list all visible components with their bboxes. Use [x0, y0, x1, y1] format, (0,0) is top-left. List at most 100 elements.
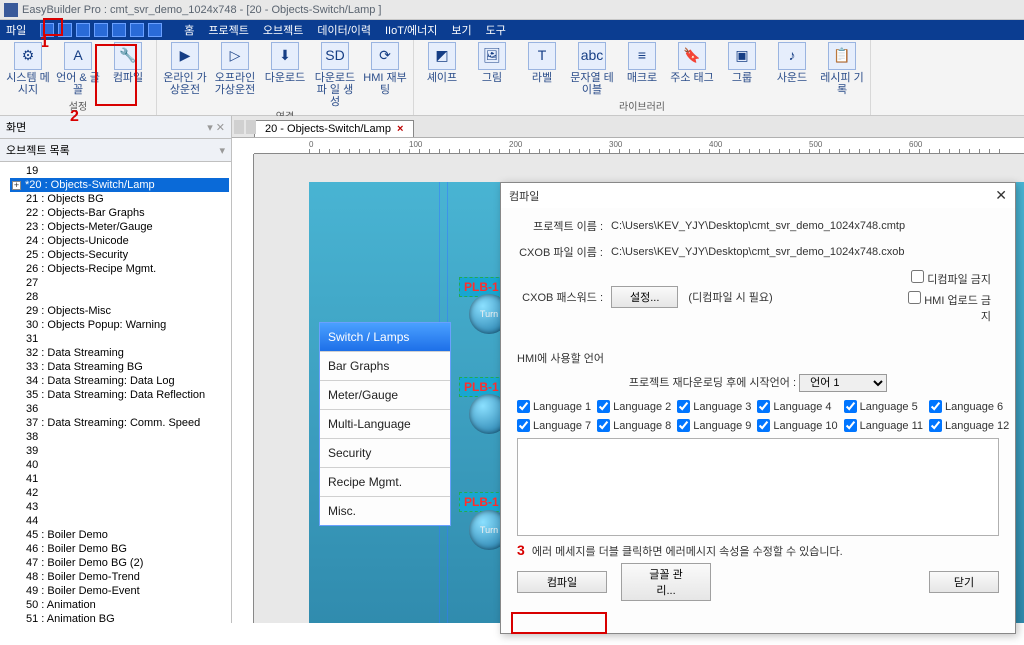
qab-icon-5[interactable]	[112, 23, 126, 37]
tree-item[interactable]: 48 : Boiler Demo-Trend	[10, 570, 229, 584]
lang-checkbox[interactable]	[597, 419, 610, 432]
ribbon-download[interactable]: ⬇다운로드	[263, 42, 307, 108]
opt-no-decompile-checkbox[interactable]	[911, 270, 924, 283]
tree-item[interactable]: 50 : Animation	[10, 598, 229, 612]
opt-no-decompile[interactable]: 디컴파일 금지	[905, 270, 991, 287]
lang-checkbox[interactable]	[677, 419, 690, 432]
tree-item[interactable]: 30 : Objects Popup: Warning	[10, 318, 229, 332]
tree-item[interactable]: 41	[10, 472, 229, 486]
opt-no-upload-checkbox[interactable]	[908, 291, 921, 304]
tree-item[interactable]: 32 : Data Streaming	[10, 346, 229, 360]
hmi-menu-item[interactable]: Multi-Language	[320, 409, 450, 438]
tree-item[interactable]: 19	[10, 164, 229, 178]
tree-item[interactable]: 21 : Objects BG	[10, 192, 229, 206]
menu-home[interactable]: 홈	[184, 22, 194, 38]
tree-item[interactable]: 24 : Objects-Unicode	[10, 234, 229, 248]
lang-checkbox[interactable]	[844, 419, 857, 432]
tree-expander-icon[interactable]: +	[12, 181, 21, 190]
tree-item[interactable]: 40	[10, 458, 229, 472]
plb-label-1[interactable]: PLB-1	[459, 277, 504, 297]
lang-checkbox-item[interactable]: Language 12	[929, 419, 1009, 432]
tree-item[interactable]: 45 : Boiler Demo	[10, 528, 229, 542]
lang-checkbox[interactable]	[757, 400, 770, 413]
ribbon-shape[interactable]: ◩셰이프	[420, 42, 464, 96]
ribbon-string-table[interactable]: abc문자열 테이블	[570, 42, 614, 96]
tree-item[interactable]: 33 : Data Streaming BG	[10, 360, 229, 374]
tree-item[interactable]: 51 : Animation BG	[10, 612, 229, 623]
lang-checkbox[interactable]	[929, 400, 942, 413]
qab-undo-icon[interactable]	[76, 23, 90, 37]
ribbon-online-sim[interactable]: ▶온라인 가상운전	[163, 42, 207, 108]
lang-checkbox[interactable]	[677, 400, 690, 413]
password-settings-button[interactable]: 설정...	[611, 286, 678, 308]
menu-file[interactable]: 파일	[6, 22, 26, 38]
tree-item[interactable]: 34 : Data Streaming: Data Log	[10, 374, 229, 388]
lang-checkbox-item[interactable]: Language 11	[844, 419, 923, 432]
ribbon-group-lib[interactable]: ▣그룹	[720, 42, 764, 96]
compile-button[interactable]: 컴파일	[517, 571, 607, 593]
tree-item[interactable]: +*20 : Objects-Switch/Lamp	[10, 178, 229, 192]
tree-item[interactable]: 22 : Objects-Bar Graphs	[10, 206, 229, 220]
qab-icon-6[interactable]	[130, 23, 144, 37]
tree-item[interactable]: 23 : Objects-Meter/Gauge	[10, 220, 229, 234]
screen-tree[interactable]: 19+*20 : Objects-Switch/Lamp21 : Objects…	[0, 162, 231, 623]
tree-item[interactable]: 47 : Boiler Demo BG (2)	[10, 556, 229, 570]
close-button[interactable]: 닫기	[929, 571, 999, 593]
tree-item[interactable]: 42	[10, 486, 229, 500]
hmi-menu-item[interactable]: Bar Graphs	[320, 351, 450, 380]
hmi-menu-item[interactable]: Misc.	[320, 496, 450, 525]
dialog-close-icon[interactable]: ✕	[995, 187, 1007, 204]
ribbon-offline-sim[interactable]: ▷오프라인 가상운전	[213, 42, 257, 108]
tree-item[interactable]: 38	[10, 430, 229, 444]
lang-checkbox[interactable]	[844, 400, 857, 413]
tree-item[interactable]: 35 : Data Streaming: Data Reflection	[10, 388, 229, 402]
tree-item[interactable]: 31	[10, 332, 229, 346]
lang-checkbox-item[interactable]: Language 7	[517, 419, 591, 432]
tree-item[interactable]: 25 : Objects-Security	[10, 248, 229, 262]
menu-project[interactable]: 프로젝트	[208, 22, 248, 38]
ribbon-recipe-log[interactable]: 📋레시피 기록	[820, 42, 864, 96]
hmi-menu-item[interactable]: Security	[320, 438, 450, 467]
menu-object[interactable]: 오브젝트	[263, 22, 303, 38]
lang-checkbox-item[interactable]: Language 5	[844, 400, 923, 413]
menu-tool[interactable]: 도구	[486, 22, 506, 38]
ribbon-hmi-reboot[interactable]: ⟳HMI 재부팅	[363, 42, 407, 108]
lang-checkbox[interactable]	[929, 419, 942, 432]
lang-checkbox[interactable]	[757, 419, 770, 432]
tree-item[interactable]: 26 : Objects-Recipe Mgmt.	[10, 262, 229, 276]
compile-output-box[interactable]	[517, 438, 999, 536]
tree-item[interactable]: 49 : Boiler Demo-Event	[10, 584, 229, 598]
tree-item[interactable]: 44	[10, 514, 229, 528]
lang-checkbox-item[interactable]: Language 9	[677, 419, 751, 432]
lang-checkbox[interactable]	[517, 400, 530, 413]
lang-checkbox-item[interactable]: Language 4	[757, 400, 837, 413]
plb-label-2[interactable]: PLB-1	[459, 377, 504, 397]
document-tab[interactable]: 20 - Objects-Switch/Lamp ×	[254, 120, 414, 137]
menu-view[interactable]: 보기	[451, 22, 471, 38]
tab-close-icon[interactable]: ×	[397, 123, 403, 135]
qab-icon-7[interactable]	[148, 23, 162, 37]
font-manage-button[interactable]: 글꼴 관리...	[621, 563, 711, 601]
tree-item[interactable]: 37 : Data Streaming: Comm. Speed	[10, 416, 229, 430]
menu-iiot[interactable]: IIoT/에너지	[385, 22, 437, 38]
menu-data[interactable]: 데이터/이력	[317, 22, 371, 38]
tree-item[interactable]: 29 : Objects-Misc	[10, 304, 229, 318]
tree-item[interactable]: 39	[10, 444, 229, 458]
opt-no-upload[interactable]: HMI 업로드 금지	[905, 291, 991, 324]
lang-checkbox-item[interactable]: Language 2	[597, 400, 671, 413]
ribbon-system-message[interactable]: ⚙시스템 메시지	[6, 42, 50, 96]
tree-item[interactable]: 27	[10, 276, 229, 290]
panel-dropdown-icon[interactable]: ▾	[219, 144, 225, 157]
ribbon-build-download[interactable]: SD다운로드 파 일 생성	[313, 42, 357, 108]
qab-redo-icon[interactable]	[94, 23, 108, 37]
ribbon-label[interactable]: T라벨	[520, 42, 564, 96]
hmi-menu-item[interactable]: Recipe Mgmt.	[320, 467, 450, 496]
lang-checkbox-item[interactable]: Language 8	[597, 419, 671, 432]
tree-item[interactable]: 36	[10, 402, 229, 416]
lang-checkbox[interactable]	[597, 400, 610, 413]
hmi-menu-header[interactable]: Switch / Lamps	[320, 323, 450, 351]
lang-checkbox-item[interactable]: Language 1	[517, 400, 591, 413]
lang-checkbox-item[interactable]: Language 10	[757, 419, 837, 432]
ribbon-sound[interactable]: ♪사운드	[770, 42, 814, 96]
tree-item[interactable]: 28	[10, 290, 229, 304]
